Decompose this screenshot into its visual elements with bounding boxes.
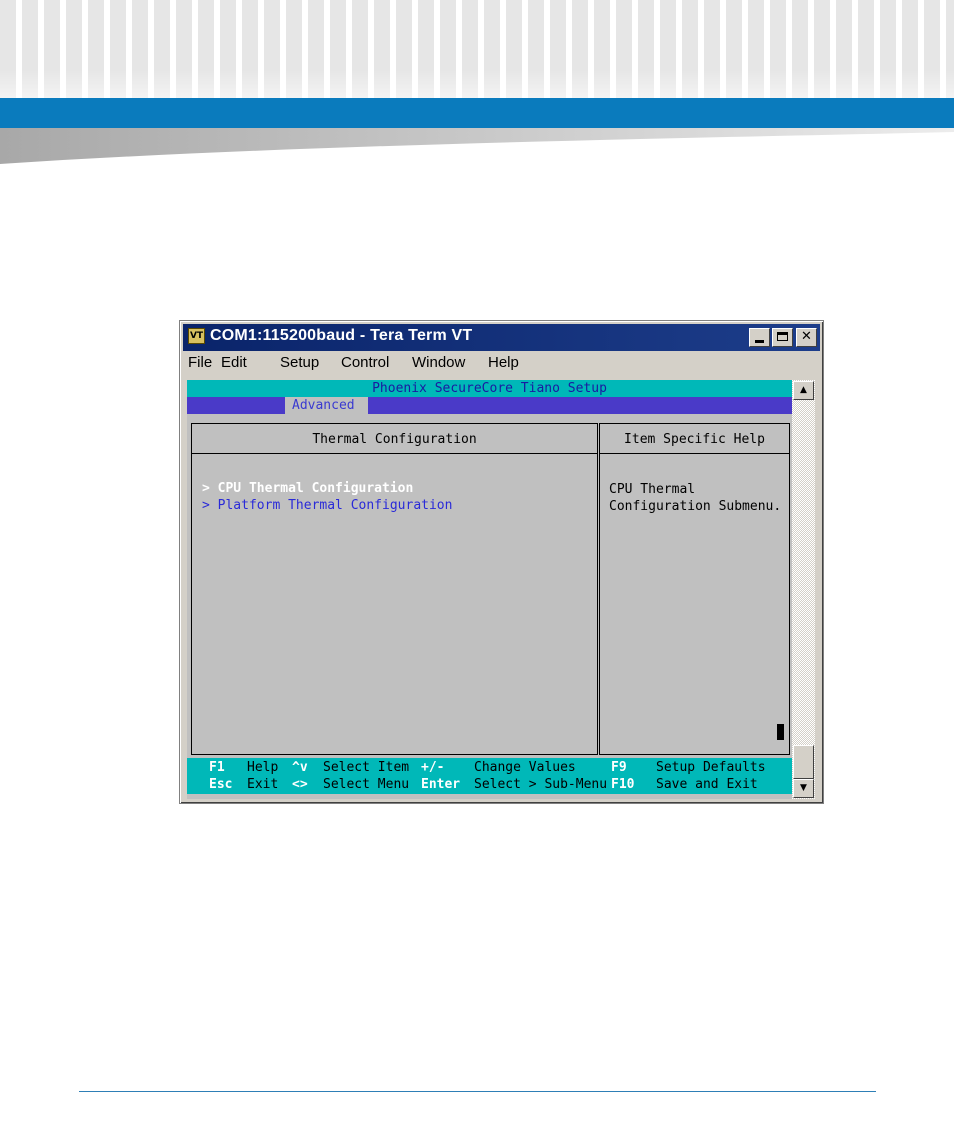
- key-desc: Select > Sub-Menu: [474, 777, 608, 792]
- menu-file[interactable]: File: [188, 354, 212, 371]
- menu-item-cpu-thermal[interactable]: > CPU Thermal Configuration: [202, 481, 413, 496]
- key-up-down: ^v: [292, 760, 308, 775]
- terminal-screen[interactable]: Phoenix SecureCore Tiano Setup Advanced …: [187, 380, 795, 799]
- key-desc: Save and Exit: [656, 777, 758, 792]
- main-panel: Thermal Configuration > CPU Thermal Conf…: [191, 423, 598, 755]
- maximize-icon: [777, 332, 788, 341]
- menu-item-platform-thermal[interactable]: > Platform Thermal Configuration: [202, 498, 452, 513]
- terminal-cursor: [777, 724, 784, 740]
- header-dot-pattern: [0, 0, 954, 98]
- key-f10: F10: [611, 777, 635, 792]
- vertical-scrollbar[interactable]: ▲ ▼: [792, 380, 815, 799]
- scroll-down-button[interactable]: ▼: [793, 779, 814, 798]
- header-blue-band: [0, 98, 954, 128]
- key-f1: F1: [209, 760, 225, 775]
- help-text: CPU Thermal Configuration Submenu.: [609, 481, 781, 515]
- tera-term-window: VT COM1:115200baud - Tera Term VT ✕ File…: [179, 320, 824, 804]
- menu-window[interactable]: Window: [412, 354, 465, 371]
- key-desc: Help: [247, 760, 279, 775]
- tera-term-app-icon[interactable]: VT: [188, 328, 205, 344]
- maximize-button[interactable]: [772, 328, 793, 347]
- window-title: COM1:115200baud - Tera Term VT: [210, 327, 473, 344]
- close-button[interactable]: ✕: [796, 328, 817, 347]
- help-line: Configuration Submenu.: [609, 499, 782, 514]
- scroll-thumb[interactable]: [793, 745, 814, 779]
- menu-help[interactable]: Help: [488, 354, 519, 371]
- menu-bar: File Edit Setup Control Window Help: [183, 352, 820, 374]
- minimize-button[interactable]: [749, 328, 770, 347]
- header-gray-swoosh: [0, 128, 954, 164]
- minimize-icon: [755, 340, 764, 343]
- key-desc: Select Item: [323, 760, 410, 775]
- key-desc: Setup Defaults: [656, 760, 766, 775]
- menu-control[interactable]: Control: [341, 354, 389, 371]
- key-left-right: <>: [292, 777, 308, 792]
- bios-tab-bar: Advanced: [187, 397, 792, 414]
- bios-header: Phoenix SecureCore Tiano Setup: [187, 380, 792, 397]
- arrow-up-icon: ▲: [800, 385, 807, 395]
- tab-advanced[interactable]: Advanced: [285, 397, 368, 414]
- bios-key-legend: F1 Help ^v Select Item +/- Change Values…: [187, 758, 792, 794]
- panel-divider: [192, 453, 597, 454]
- key-desc: Exit: [247, 777, 279, 792]
- help-divider: [600, 453, 789, 454]
- title-bar[interactable]: VT COM1:115200baud - Tera Term VT ✕: [183, 324, 820, 351]
- key-esc: Esc: [209, 777, 233, 792]
- scroll-up-button[interactable]: ▲: [793, 381, 814, 400]
- menu-setup[interactable]: Setup: [280, 354, 319, 371]
- menu-edit[interactable]: Edit: [221, 354, 247, 371]
- key-desc: Change Values: [474, 760, 576, 775]
- key-enter: Enter: [421, 777, 461, 792]
- key-f9: F9: [611, 760, 627, 775]
- arrow-down-icon: ▼: [800, 783, 807, 793]
- panel-title: Thermal Configuration: [312, 432, 477, 447]
- key-plus-minus: +/-: [421, 760, 445, 775]
- help-panel: Item Specific Help CPU Thermal Configura…: [599, 423, 790, 755]
- key-desc: Select Menu: [323, 777, 410, 792]
- page-footer-rule: [79, 1091, 876, 1092]
- close-icon: ✕: [801, 329, 812, 344]
- help-line: CPU Thermal: [609, 482, 696, 497]
- help-title: Item Specific Help: [624, 432, 765, 447]
